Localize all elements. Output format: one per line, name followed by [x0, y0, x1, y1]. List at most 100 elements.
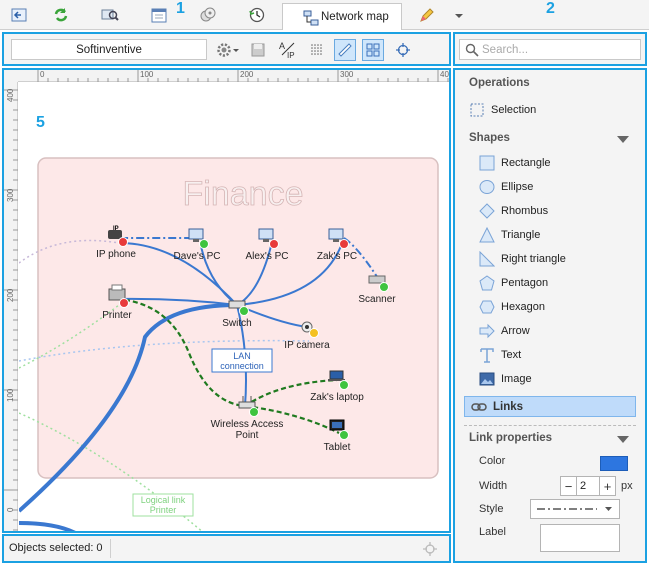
shape-rectangle[interactable]: Rectangle: [479, 154, 551, 172]
ruler-left-label: 300: [6, 188, 15, 202]
auto-ip-button[interactable]: A IP: [277, 39, 299, 61]
node-label: Tablet: [324, 442, 351, 453]
status-dot: [269, 239, 279, 249]
shape-rhombus[interactable]: Rhombus: [479, 202, 548, 220]
dropdown-arrow-icon[interactable]: [450, 6, 468, 24]
search-input[interactable]: [482, 42, 632, 57]
shape-label: Ellipse: [501, 181, 534, 193]
width-increment-button[interactable]: +: [600, 477, 615, 495]
triangle-icon: [479, 227, 495, 243]
shape-hexagon[interactable]: Hexagon: [479, 298, 545, 316]
label-label: Label: [479, 526, 506, 538]
ellipse-icon: [479, 180, 495, 194]
image-icon: [479, 372, 495, 386]
shape-right-triangle[interactable]: Right triangle: [479, 250, 566, 268]
ruler-top-label: 200: [240, 70, 254, 79]
shape-label: Pentagon: [501, 277, 549, 289]
shape-text[interactable]: Text: [479, 346, 521, 364]
crosshair-icon: [396, 43, 410, 57]
node-label: Printer: [102, 310, 132, 321]
pencil-icon[interactable]: [418, 6, 436, 24]
selection-tool[interactable]: Selection: [469, 101, 536, 119]
shape-arrow[interactable]: Arrow: [479, 322, 530, 340]
map-canvas[interactable]: 0 100 200 300 400 400 300 200 100 0 Fina…: [2, 68, 451, 533]
status-bar: Objects selected: 0: [2, 534, 451, 563]
ruler-left-label: 400: [6, 88, 15, 102]
text-icon: [480, 348, 494, 363]
discs-icon[interactable]: [199, 6, 217, 24]
node-label: IP camera: [284, 340, 330, 351]
width-unit: px: [621, 480, 633, 492]
ruler-left-label: 100: [6, 388, 15, 402]
shape-label: Hexagon: [501, 301, 546, 313]
node-label: Zak's PC: [317, 251, 357, 262]
pentagon-icon: [479, 275, 495, 291]
status-dot: [339, 430, 349, 440]
refresh-icon[interactable]: [52, 6, 70, 24]
ruler-top-ticks: [37, 70, 449, 82]
ruler-toggle-button[interactable]: [334, 39, 356, 61]
objects-selected-text: Objects selected: 0: [9, 542, 103, 554]
search-box[interactable]: [459, 39, 641, 60]
shape-label: Rhombus: [501, 205, 549, 217]
rhombus-icon: [479, 203, 495, 219]
ruler-icon: [338, 43, 352, 57]
grid-toggle-button[interactable]: [306, 39, 328, 61]
node-label: Zak's laptop: [310, 392, 364, 403]
back-arrow-icon[interactable]: [10, 6, 28, 24]
width-value[interactable]: 2: [576, 477, 600, 495]
label-input[interactable]: [540, 524, 620, 552]
color-label: Color: [479, 455, 506, 467]
ruler-left-ticks: [4, 89, 18, 531]
snap-toggle-button[interactable]: [362, 39, 384, 61]
ruler-top-label: 300: [340, 70, 354, 79]
shape-image[interactable]: Image: [479, 370, 532, 388]
style-select[interactable]: [530, 499, 620, 519]
shape-label: Arrow: [501, 325, 530, 337]
color-picker[interactable]: [600, 456, 628, 471]
access-point-icon: [238, 401, 256, 409]
group-title: Finance: [183, 175, 304, 213]
save-button[interactable]: [247, 39, 269, 61]
width-label: Width: [479, 480, 508, 492]
uplink-line[interactable]: [19, 521, 79, 533]
right-triangle-icon: [479, 251, 495, 267]
status-separator: [110, 539, 111, 558]
scan-icon[interactable]: [101, 6, 119, 24]
status-dot: [118, 237, 128, 247]
selection-icon: [470, 103, 484, 117]
ruler-left-label: 200: [6, 288, 15, 302]
node-label: Dave's PC: [174, 251, 221, 262]
shape-triangle[interactable]: Triangle: [479, 226, 540, 244]
gear-dropdown-icon[interactable]: [216, 42, 240, 58]
ruler-top: 0 100 200 300 400: [18, 70, 449, 82]
ruler-left-label: 0: [6, 507, 15, 512]
auto-ip-icon: A IP: [279, 41, 295, 60]
node-label: Scanner: [358, 294, 396, 305]
shape-ellipse[interactable]: Ellipse: [479, 178, 533, 196]
calendar-icon[interactable]: [150, 6, 168, 24]
links-tool[interactable]: Links: [464, 396, 636, 417]
status-dot: [339, 380, 349, 390]
selection-label: Selection: [491, 104, 537, 116]
chevron-down-icon[interactable]: [617, 436, 629, 443]
width-stepper[interactable]: − 2 +: [560, 476, 616, 496]
center-view-button[interactable]: [392, 39, 414, 61]
tab-network-map[interactable]: Network map: [282, 3, 402, 30]
operations-title: Operations: [469, 77, 530, 89]
chevron-down-icon[interactable]: [617, 136, 629, 143]
style-label: Style: [479, 503, 504, 515]
arrow-icon: [479, 323, 495, 339]
network-diagram[interactable]: Finance LAN connection Logical link Prin…: [19, 83, 451, 533]
computer-icon: [328, 228, 344, 240]
shape-pentagon[interactable]: Pentagon: [479, 274, 548, 292]
computer-icon: [188, 228, 204, 240]
ruler-top-label: 100: [140, 70, 154, 79]
width-decrement-button[interactable]: −: [561, 477, 576, 495]
shape-label: Rectangle: [501, 157, 551, 169]
history-icon[interactable]: [248, 6, 266, 24]
crosshair-icon[interactable]: [422, 541, 438, 557]
hexagon-icon: [479, 300, 495, 314]
company-select[interactable]: Softinventive: [11, 39, 207, 60]
status-dot: [339, 239, 349, 249]
